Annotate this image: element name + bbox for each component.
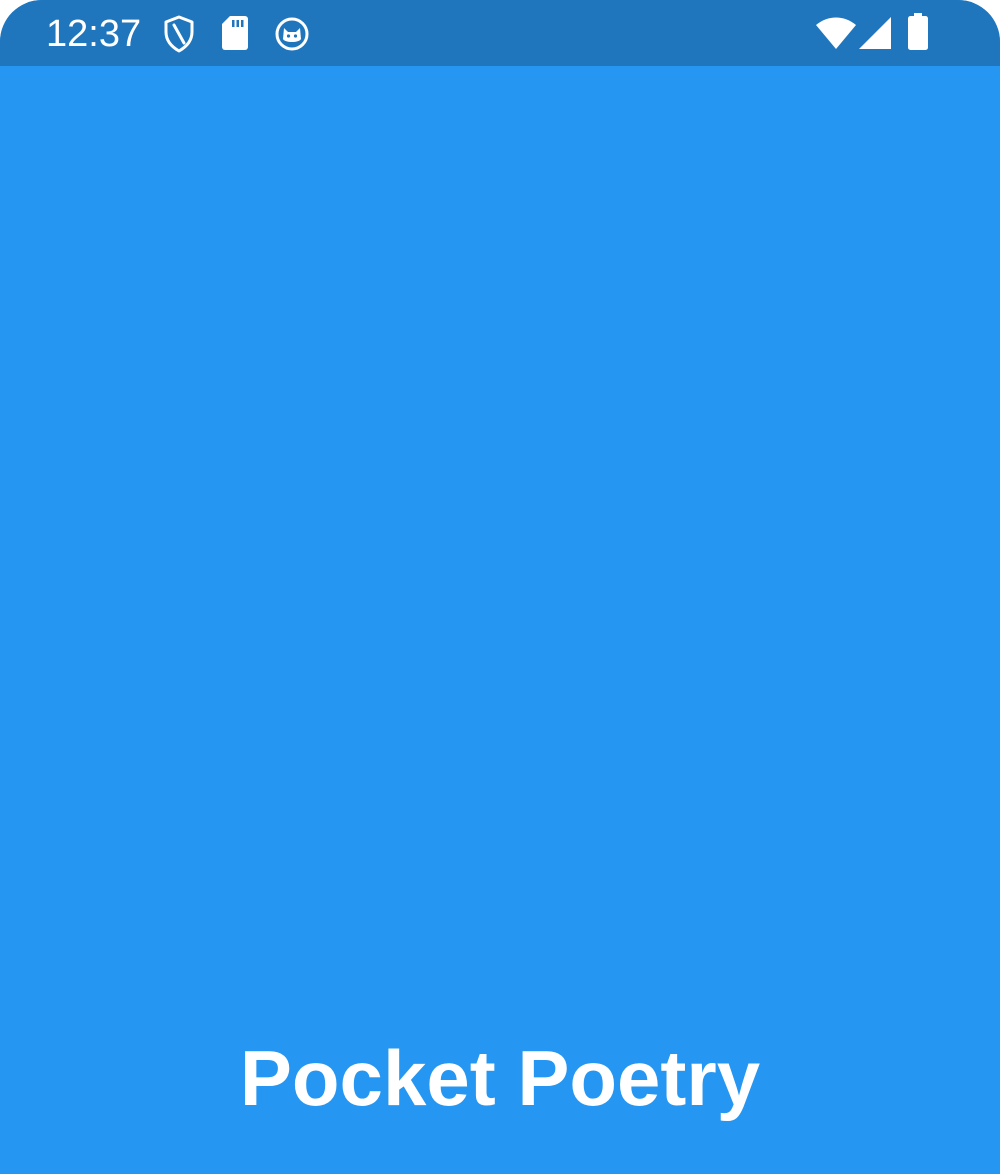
battery-icon — [908, 13, 928, 50]
status-bar: 12:37 — [0, 0, 1000, 66]
sd-card-icon — [222, 16, 248, 50]
shield-icon — [164, 15, 194, 53]
cell-signal-icon — [859, 17, 891, 49]
splash-screen: 12:37 Pocket Poetry — [0, 0, 1000, 1174]
app-title: Pocket Poetry — [239, 1034, 761, 1122]
cat-icon — [275, 17, 309, 51]
wifi-icon — [816, 17, 856, 49]
status-time: 12:37 — [46, 13, 142, 55]
splash-content — [0, 66, 1000, 1174]
